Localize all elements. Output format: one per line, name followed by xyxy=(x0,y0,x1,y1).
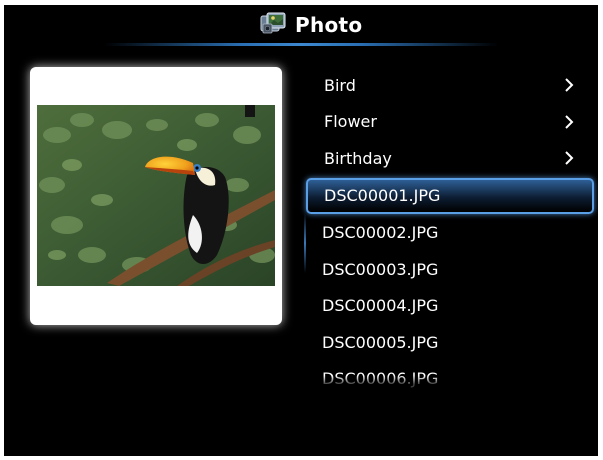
page-title: Photo xyxy=(295,13,363,37)
file-item[interactable]: DSC00002.JPG xyxy=(306,215,594,252)
media-screen: Photo Bird Flower Birthday DSC00001.JPG … xyxy=(4,5,598,456)
file-label: DSC00005.JPG xyxy=(322,332,439,352)
header-divider xyxy=(104,43,498,46)
header-bar: Photo xyxy=(4,5,598,46)
file-item[interactable]: DSC00003.JPG xyxy=(306,251,594,288)
chevron-right-icon xyxy=(565,115,574,129)
file-item-selected[interactable]: DSC00001.JPG xyxy=(306,177,594,214)
photo-app-icon xyxy=(259,10,289,40)
photo-preview-frame xyxy=(30,67,282,325)
file-label: DSC00001.JPG xyxy=(324,186,441,205)
file-item[interactable]: DSC00004.JPG xyxy=(306,288,594,325)
photo-list: Bird Flower Birthday DSC00001.JPG DSC000… xyxy=(306,67,594,397)
file-item[interactable]: DSC00005.JPG xyxy=(306,324,594,361)
file-label: DSC00006.JPG xyxy=(306,369,438,388)
file-label: DSC00004.JPG xyxy=(322,296,439,316)
folder-item-flower[interactable]: Flower xyxy=(306,104,594,141)
chevron-right-icon xyxy=(565,151,574,165)
file-item[interactable]: DSC00006.JPG xyxy=(306,361,594,398)
title-group: Photo xyxy=(259,10,362,40)
file-label: DSC00003.JPG xyxy=(322,259,439,279)
folder-label: Flower xyxy=(324,112,377,132)
folder-label: Bird xyxy=(324,75,356,95)
folder-item-birthday[interactable]: Birthday xyxy=(306,140,594,177)
folder-label: Birthday xyxy=(324,148,392,168)
photo-preview-image xyxy=(37,105,275,286)
folder-item-bird[interactable]: Bird xyxy=(306,67,594,104)
chevron-right-icon xyxy=(565,78,574,92)
file-label: DSC00002.JPG xyxy=(322,223,439,243)
